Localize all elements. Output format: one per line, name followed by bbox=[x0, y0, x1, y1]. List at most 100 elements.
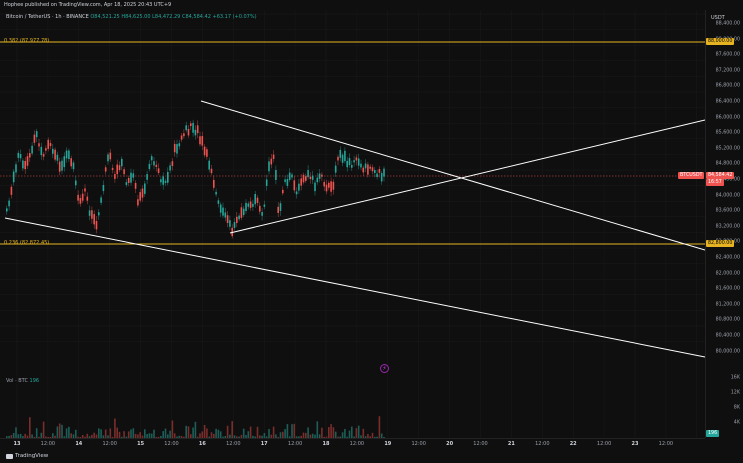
candle bbox=[196, 125, 199, 134]
volume-bar bbox=[307, 427, 309, 438]
volume-bar bbox=[194, 421, 197, 438]
volume-bar bbox=[127, 431, 130, 438]
candle bbox=[171, 161, 174, 167]
candle bbox=[134, 182, 137, 189]
candle bbox=[111, 167, 114, 170]
tradingview-logo-icon bbox=[6, 453, 13, 459]
volume-bar bbox=[68, 426, 70, 438]
time-axis-label: 12:00 bbox=[596, 441, 612, 447]
candle bbox=[337, 156, 339, 161]
candle bbox=[353, 160, 355, 163]
volume-bar bbox=[35, 428, 38, 438]
volume-bar bbox=[249, 426, 252, 438]
volume-bar bbox=[219, 431, 222, 438]
candle bbox=[22, 160, 24, 169]
candle bbox=[153, 161, 155, 166]
time-axis-label: 12:00 bbox=[226, 441, 241, 447]
candle bbox=[63, 156, 66, 168]
candle bbox=[123, 169, 125, 175]
candle bbox=[316, 177, 319, 183]
candle bbox=[236, 216, 238, 224]
lightning-icon[interactable]: ⚡ bbox=[380, 364, 389, 373]
volume-bar bbox=[192, 427, 194, 438]
candle bbox=[249, 201, 252, 208]
candle bbox=[302, 174, 305, 183]
time-axis-label: 12:00 bbox=[102, 441, 117, 447]
volume-bar bbox=[123, 431, 125, 438]
volume-value: 196 bbox=[29, 378, 40, 384]
candle bbox=[164, 180, 167, 183]
candle bbox=[284, 179, 286, 182]
volume-axis-label: 12K bbox=[730, 390, 740, 396]
candle bbox=[261, 212, 263, 216]
candle bbox=[150, 156, 153, 161]
candle bbox=[233, 222, 236, 228]
time-axis-label: 14 bbox=[75, 441, 83, 447]
time-axis-label: 13 bbox=[13, 441, 21, 447]
candle bbox=[127, 177, 130, 183]
candle bbox=[203, 146, 206, 156]
candle bbox=[104, 167, 107, 172]
candle bbox=[307, 170, 309, 178]
candle bbox=[139, 192, 141, 201]
candle bbox=[263, 204, 266, 207]
candle bbox=[210, 168, 213, 174]
price-axis-label: 80,400.00 bbox=[715, 333, 740, 339]
candle bbox=[300, 178, 302, 186]
symbol-tag: BTCUSDT bbox=[678, 172, 705, 179]
volume-bar bbox=[171, 420, 174, 438]
price-axis-label: 86,800.00 bbox=[715, 83, 740, 89]
candles-group bbox=[6, 119, 385, 239]
candle bbox=[219, 204, 222, 213]
price-axis-label: 85,200.00 bbox=[715, 146, 740, 152]
candle bbox=[265, 179, 268, 186]
candle bbox=[19, 154, 22, 159]
volume-bar bbox=[242, 428, 245, 438]
candle bbox=[378, 169, 381, 173]
volume-bar bbox=[58, 423, 61, 438]
candle bbox=[107, 154, 109, 162]
volume-legend[interactable]: Vol · BTC 196 bbox=[6, 378, 39, 384]
candle bbox=[279, 203, 282, 211]
time-axis-label: 12:00 bbox=[658, 441, 674, 447]
chart-canvas[interactable] bbox=[0, 10, 705, 438]
candle bbox=[383, 168, 385, 177]
symbol-name[interactable]: Bitcoin / TetherUS · 1h · BINANCE bbox=[6, 14, 89, 20]
candle bbox=[183, 133, 185, 137]
candle bbox=[17, 152, 20, 158]
price-axis[interactable]: 88,400.00 88,000.00 87,600.00 87,200.00 86,8… bbox=[705, 10, 743, 438]
volume-bar bbox=[215, 428, 217, 438]
time-axis-label: 15 bbox=[137, 441, 145, 447]
candle bbox=[288, 172, 291, 180]
candle bbox=[367, 164, 369, 175]
volume-bar bbox=[378, 416, 381, 438]
volume-bar bbox=[65, 428, 68, 438]
candle bbox=[47, 139, 49, 149]
candle bbox=[81, 193, 84, 201]
candle bbox=[91, 210, 93, 219]
candle bbox=[295, 191, 298, 195]
candle bbox=[162, 176, 164, 185]
volume-bar bbox=[217, 429, 220, 438]
symbol-legend[interactable]: Bitcoin / TetherUS · 1h · BINANCE O84,52… bbox=[6, 14, 257, 20]
price-axis-label: 83,200.00 bbox=[715, 224, 740, 230]
footer: TradingView bbox=[0, 450, 743, 463]
tradingview-brand[interactable]: TradingView bbox=[6, 453, 48, 459]
price-axis-label: 82,000.00 bbox=[715, 271, 740, 277]
candle bbox=[45, 148, 47, 151]
volume-axis-label: 16K bbox=[730, 375, 740, 381]
price-axis-label: 86,400.00 bbox=[715, 99, 740, 105]
volume-bar bbox=[362, 428, 365, 438]
candle bbox=[286, 179, 289, 186]
currency-label[interactable]: USDT bbox=[711, 15, 725, 21]
candle bbox=[371, 167, 374, 172]
candle bbox=[298, 183, 300, 191]
candle bbox=[339, 149, 342, 158]
candle bbox=[229, 220, 231, 227]
volume-axis-label: 4K bbox=[733, 420, 740, 426]
candle bbox=[185, 125, 187, 131]
time-axis-label: 19 bbox=[384, 441, 392, 447]
price-axis-label: 85,600.00 bbox=[715, 130, 740, 136]
time-axis-label: 16 bbox=[198, 441, 206, 447]
price-axis-label: 83,600.00 bbox=[715, 208, 740, 214]
